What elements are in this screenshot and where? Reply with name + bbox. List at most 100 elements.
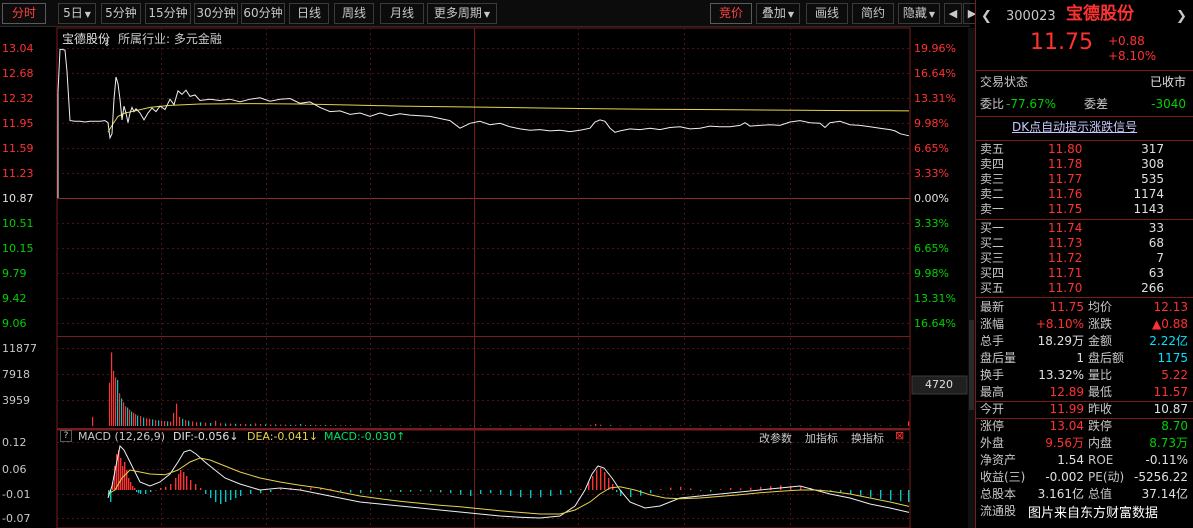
macd-btn-0[interactable]: 改参数 xyxy=(759,430,792,446)
volume-bar xyxy=(140,416,142,426)
macd-bar xyxy=(138,490,140,494)
buy-level-2[interactable]: 买二 11.73 68 xyxy=(976,236,1193,251)
sell-level-3[interactable]: 卖三 11.77 535 xyxy=(976,172,1193,187)
pct-tick-7: 3.33% xyxy=(914,217,949,230)
volume-bar xyxy=(290,424,292,426)
volume-bar xyxy=(129,409,131,426)
macd-help-icon[interactable]: ? xyxy=(60,430,72,442)
volume-bar xyxy=(300,424,302,426)
macd-bar xyxy=(200,488,202,490)
macd-bar xyxy=(850,490,852,494)
chart-industry-label[interactable]: 所属行业: 多元金融 xyxy=(118,30,222,47)
volume-bar xyxy=(620,425,622,426)
price-tick-10: 9.42 xyxy=(2,292,27,305)
macd-bar xyxy=(600,468,602,490)
volume-bar xyxy=(158,420,160,426)
macd-bar xyxy=(410,490,412,492)
volume-bar xyxy=(480,425,482,426)
volume-bar xyxy=(164,421,166,426)
next-stock-arrow[interactable]: ❯ xyxy=(1176,8,1187,25)
macd-btn-1[interactable]: 加指标 xyxy=(805,430,838,446)
macd-bar xyxy=(890,490,892,501)
pct-tick-5: 3.33% xyxy=(914,167,949,180)
macd-close-icon[interactable]: ⊠ xyxy=(895,429,904,442)
volume-bar xyxy=(146,418,148,426)
dif-line xyxy=(107,444,910,519)
macd-bar xyxy=(596,470,598,490)
volume-bar xyxy=(570,425,572,426)
prev-stock-arrow[interactable]: ❮ xyxy=(981,8,992,25)
sell-level-4[interactable]: 卖四 11.78 308 xyxy=(976,157,1193,172)
stat-row: 换手 13.32% 量比 5.22 xyxy=(980,368,1188,382)
volume-bar xyxy=(470,425,472,426)
sell-level-2[interactable]: 卖二 11.76 1174 xyxy=(976,187,1193,202)
macd-bar xyxy=(680,486,682,490)
macd-tick-1: 0.06 xyxy=(2,463,27,476)
macd-bar xyxy=(230,490,232,500)
pct-tick-8: 6.65% xyxy=(914,242,949,255)
macd-bar xyxy=(150,490,152,492)
volume-bar xyxy=(450,425,452,426)
macd-bar xyxy=(170,484,172,490)
volume-bar xyxy=(680,425,682,426)
macd-bar xyxy=(560,490,562,495)
stat-row: 总手 18.29万 金额 2.22亿 xyxy=(980,334,1188,348)
volume-bar xyxy=(400,425,402,426)
buy-level-4[interactable]: 买四 11.71 63 xyxy=(976,266,1193,281)
volume-bar xyxy=(580,425,582,426)
macd-bar xyxy=(530,490,532,498)
macd-btn-2[interactable]: 换指标 xyxy=(851,430,884,446)
sell-level-1[interactable]: 卖一 11.75 1143 xyxy=(976,202,1193,217)
macd-bar xyxy=(420,490,422,492)
volume-bar xyxy=(185,420,187,426)
macd-bar xyxy=(440,490,442,493)
macd-bar xyxy=(178,474,180,490)
volume-bar xyxy=(133,412,135,426)
pct-tick-2: 13.31% xyxy=(914,92,956,105)
macd-bar xyxy=(880,490,882,499)
macd-bar xyxy=(550,490,552,496)
volume-bar xyxy=(860,425,862,426)
macd-bar xyxy=(215,490,217,502)
volume-bar xyxy=(250,424,252,426)
volume-bar xyxy=(125,406,127,426)
buy-level-3[interactable]: 买三 11.72 7 xyxy=(976,251,1193,266)
buy-level-1[interactable]: 买一 11.74 33 xyxy=(976,221,1193,236)
macd-bar xyxy=(235,490,237,498)
volume-bar xyxy=(135,414,137,426)
volume-bar xyxy=(275,424,277,426)
pct-tick-11: 16.64% xyxy=(914,317,956,330)
macd-bar xyxy=(580,489,582,490)
volume-bar xyxy=(490,425,492,426)
volume-bar xyxy=(740,425,742,426)
volume-bar xyxy=(170,421,172,426)
macd-bar xyxy=(390,490,392,492)
macd-bar xyxy=(270,490,272,492)
macd-bar xyxy=(400,490,402,492)
volume-bar xyxy=(540,425,542,426)
macd-title: MACD (12,26,9) xyxy=(78,430,166,443)
macd-bar xyxy=(160,488,162,490)
buy-level-5[interactable]: 买五 11.70 266 xyxy=(976,281,1193,296)
volume-bar xyxy=(188,420,190,426)
volume-bar xyxy=(780,425,782,426)
macd-bar xyxy=(710,490,712,492)
macd-bar xyxy=(225,490,227,502)
macd-bar xyxy=(190,480,192,490)
volume-bar xyxy=(500,425,502,426)
volume-bar xyxy=(121,398,123,426)
volume-bar xyxy=(265,424,267,426)
sell-level-5[interactable]: 卖五 11.80 317 xyxy=(976,142,1193,157)
watermark: 图片来自东方财富数据 xyxy=(1028,506,1159,521)
volume-bar xyxy=(670,425,672,426)
quote-panel: ❮ 300023 宝德股份 ❯ 11.75 +0.88 +8.10% 交易状态 … xyxy=(975,0,1193,528)
macd-bar xyxy=(520,490,522,498)
volume-bar xyxy=(92,416,94,426)
macd-bar xyxy=(570,490,572,494)
volume-bar xyxy=(900,425,902,426)
volume-marker: 4720 xyxy=(925,378,953,391)
dk-signal-link[interactable]: DK点自动提示涨跌信号 xyxy=(976,119,1193,136)
volume-bar xyxy=(420,425,422,426)
macd-bar xyxy=(120,458,122,490)
volume-tick-1: 7918 xyxy=(2,368,30,381)
